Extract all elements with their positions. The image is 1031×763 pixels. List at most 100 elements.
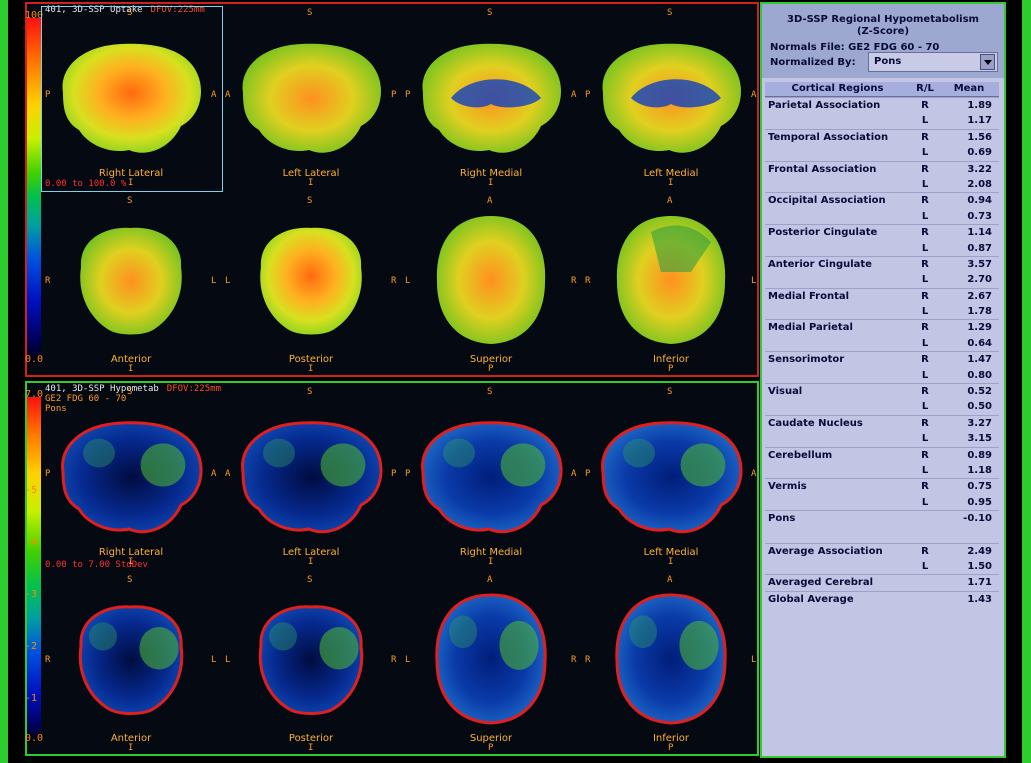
hypo-scale-tick: -1 [25, 693, 38, 704]
mean-value: 1.18 [967, 464, 992, 476]
orientation-top: S [307, 196, 313, 206]
window-left-strip [8, 0, 25, 763]
view-left-medial[interactable]: S I P A Left Medial [581, 6, 761, 190]
region-name [765, 209, 910, 224]
table-row: Temporal Association R 1.56 [765, 128, 999, 145]
orientation-top: A [667, 196, 673, 206]
hemisphere: L [921, 433, 929, 445]
region-name: Pons [768, 513, 796, 525]
table-row: Global Average 1.43 [765, 590, 999, 607]
region-name: Parietal Association [768, 100, 881, 111]
orientation-top: A [487, 575, 493, 585]
view-posterior[interactable]: S I L R Posterior [221, 192, 401, 376]
hemisphere: L [921, 242, 929, 254]
mean-value: 0.75 [967, 481, 992, 493]
mean-value: 3.15 [967, 433, 992, 445]
orientation-bottom: P [668, 364, 674, 374]
uptake-panel[interactable]: 100 0.0 401, 3D-SSP Uptake DFOV:225mm 0.0… [25, 2, 759, 377]
chevron-down-icon[interactable] [980, 54, 995, 70]
region-name: Caudate Nucleus [768, 417, 863, 429]
table-row: Cerebellum R 0.89 [765, 446, 999, 463]
table-row: L 1.18 [765, 463, 999, 478]
mean-value: 2.70 [967, 274, 992, 286]
brain-image [260, 227, 362, 335]
mean-value: 3.27 [967, 417, 992, 429]
orientation-left: P [585, 469, 591, 479]
normalized-by-select[interactable]: Pons [868, 52, 998, 72]
region-name: Sensorimotor [768, 354, 845, 366]
view-superior[interactable]: A P L R Superior [401, 192, 581, 376]
mean-value: 0.80 [967, 369, 992, 381]
orientation-right: L [211, 276, 217, 286]
hemisphere: L [921, 496, 929, 508]
table-row: Average Association R 2.49 [765, 542, 999, 559]
view-right-medial[interactable]: S I P A Right Medial [401, 385, 581, 569]
mean-value: 1.29 [967, 322, 992, 334]
region-name [765, 304, 910, 319]
hemisphere: R [921, 100, 929, 111]
brain-image [61, 421, 203, 534]
view-label: Right Lateral [98, 547, 164, 558]
region-name: Global Average [768, 593, 854, 605]
view-right-lateral[interactable]: S I P A Right Lateral [41, 385, 221, 569]
view-anterior[interactable]: S I R L Anterior [41, 192, 221, 376]
normalized-by-label: Normalized By: [770, 57, 856, 68]
orientation-right: A [211, 90, 217, 100]
orientation-top: S [127, 575, 133, 585]
view-inferior[interactable]: A P R L Inferior [581, 571, 761, 755]
orientation-left: P [405, 90, 411, 100]
hemisphere: L [921, 147, 929, 159]
orientation-right: L [211, 655, 217, 665]
view-posterior[interactable]: S I L R Posterior [221, 571, 401, 755]
hemisphere: R [921, 386, 929, 398]
region-name: Occipital Association [768, 195, 886, 207]
mean-value: 0.69 [967, 147, 992, 159]
brain-image [242, 43, 381, 153]
mean-value: 3.22 [967, 163, 992, 175]
orientation-right: A [751, 90, 757, 100]
view-inferior[interactable]: A P R L Inferior [581, 192, 761, 376]
view-label: Left Medial [643, 547, 699, 558]
mean-value: 0.73 [967, 210, 992, 222]
hemisphere: R [921, 322, 929, 334]
mean-value: 0.89 [967, 449, 992, 461]
orientation-top: S [127, 8, 133, 18]
view-anterior[interactable]: S I R L Anterior [41, 571, 221, 755]
hypometabolism-panel[interactable]: 7.0 0.0 -6 -5 -4 -3 -2 -1 401, 3D-SSP Hypomet… [25, 381, 759, 756]
table-row: L 1.50 [765, 559, 999, 574]
hemisphere: R [921, 481, 929, 493]
mean-value: 1.56 [967, 131, 992, 143]
table-row: L 2.08 [765, 177, 999, 192]
orientation-bottom: P [488, 743, 494, 753]
hemisphere: L [921, 337, 929, 349]
orientation-left: R [45, 655, 51, 665]
view-right-lateral[interactable]: S I P A Right Lateral [41, 6, 221, 190]
orientation-left: L [405, 655, 411, 665]
region-name: Visual [768, 386, 803, 398]
window-left-edge [0, 0, 8, 763]
view-right-medial[interactable]: S I P A Right Medial [401, 6, 581, 190]
orientation-left: A [225, 90, 231, 100]
orientation-bottom: I [128, 743, 134, 753]
view-left-lateral[interactable]: S I A P Left Lateral [221, 385, 401, 569]
hemisphere: L [921, 115, 929, 127]
view-label: Right Medial [459, 168, 523, 179]
table-row: L 1.17 [765, 113, 999, 128]
orientation-right: R [391, 655, 397, 665]
table-row: Vermis R 0.75 [765, 478, 999, 494]
region-name [765, 177, 910, 192]
orientation-right: A [751, 469, 757, 479]
view-superior[interactable]: A P L R Superior [401, 571, 581, 755]
view-left-medial[interactable]: S I P A Left Medial [581, 385, 761, 569]
orientation-right: P [391, 90, 397, 100]
mean-value: 1.43 [967, 593, 992, 605]
view-left-lateral[interactable]: S I A P Left Lateral [221, 6, 401, 190]
view-label: Superior [469, 354, 513, 365]
table-row: Medial Parietal R 1.29 [765, 319, 999, 335]
regions-table: Cortical Regions R/L Mean Parietal Assoc… [765, 82, 999, 607]
hemisphere: R [921, 258, 929, 270]
orientation-top: A [487, 196, 493, 206]
orientation-top: S [127, 196, 133, 206]
hypometabolism-color-scale [27, 397, 41, 742]
hypo-scale-tick: -4 [25, 537, 38, 548]
